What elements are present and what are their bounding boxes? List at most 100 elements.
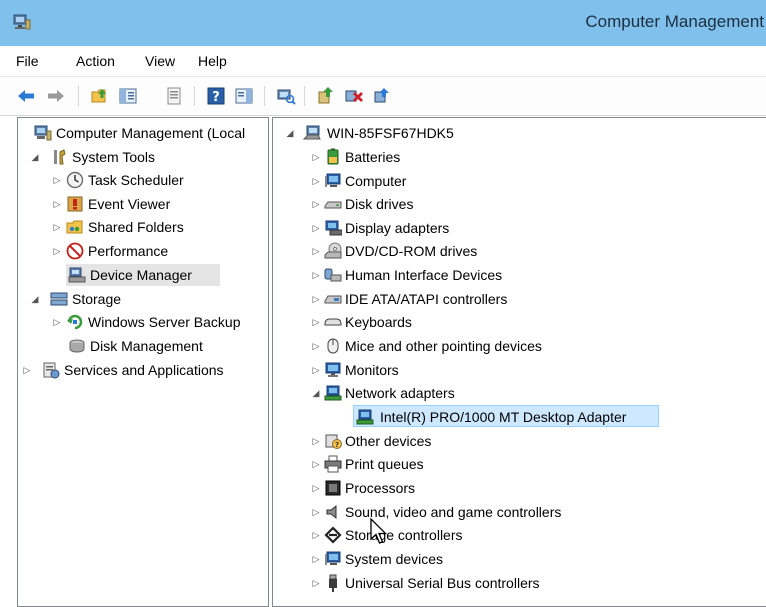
menu-view[interactable]: View: [145, 53, 175, 69]
device-category-processors[interactable]: ▷ Processors: [311, 477, 751, 499]
tree-node-storage[interactable]: ◢ Storage: [30, 288, 266, 310]
expand-arrow-icon[interactable]: ▷: [311, 483, 321, 493]
collapse-arrow-icon[interactable]: ◢: [285, 128, 295, 138]
expand-arrow-icon[interactable]: ▷: [311, 152, 321, 162]
device-category-keyboards[interactable]: ▷ Keyboards: [311, 311, 751, 333]
tree-node-performance[interactable]: ▷ Performance: [52, 240, 266, 262]
tree-node-shared-folders[interactable]: ▷ Shared Folders: [52, 216, 266, 238]
tree-node-task-scheduler[interactable]: ▷ Task Scheduler: [52, 169, 266, 191]
network-adapter-icon: [356, 409, 374, 425]
expand-arrow-icon[interactable]: ▷: [311, 554, 321, 564]
menu-action[interactable]: Action: [76, 53, 115, 69]
forward-arrow-icon[interactable]: [46, 86, 66, 106]
device-category-label: Network adapters: [345, 385, 455, 401]
svg-text:?: ?: [212, 90, 220, 105]
tree-node-disk-management[interactable]: Disk Management: [66, 335, 266, 357]
expand-arrow-icon[interactable]: ▷: [52, 175, 62, 185]
expand-arrow-icon[interactable]: ▷: [311, 223, 321, 233]
device-category-label: Monitors: [345, 362, 399, 378]
window-title: Computer Management: [585, 12, 764, 31]
tree-node-device-manager[interactable]: Device Manager: [66, 264, 220, 286]
monitor-icon: [325, 362, 341, 377]
help-icon[interactable]: ?: [206, 86, 226, 106]
device-category-dvd-cdrom-drives[interactable]: ▷ DVD/CD-ROM drives: [311, 240, 751, 262]
uninstall-device-icon[interactable]: [372, 86, 392, 106]
expand-arrow-icon[interactable]: ▷: [311, 365, 321, 375]
expand-arrow-icon[interactable]: ▷: [52, 199, 62, 209]
expand-arrow-icon[interactable]: ▷: [311, 530, 321, 540]
svg-text:?: ?: [335, 441, 339, 449]
device-category-label: Display adapters: [345, 220, 450, 236]
action-pane-icon[interactable]: [234, 86, 254, 106]
expand-arrow-icon[interactable]: ▷: [311, 317, 321, 327]
device-category-print-queues[interactable]: ▷ Print queues: [311, 453, 751, 475]
collapse-arrow-icon[interactable]: ◢: [30, 294, 40, 304]
tree-node-label: Event Viewer: [88, 196, 171, 212]
device-category-label: Mice and other pointing devices: [345, 338, 542, 354]
expand-arrow-icon[interactable]: ▷: [311, 341, 321, 351]
expand-arrow-icon[interactable]: ▷: [311, 199, 321, 209]
up-folder-icon[interactable]: [90, 86, 110, 106]
menu-bar: File Action View Help: [0, 46, 766, 76]
tree-node-label: System Tools: [72, 149, 155, 165]
expand-arrow-icon[interactable]: ▷: [52, 222, 62, 232]
device-intel-pro-1000-mt-desktop-adapter[interactable]: Intel(R) PRO/1000 MT Desktop Adapter: [353, 405, 659, 427]
toolbar-separator: [304, 86, 305, 106]
tree-node-services-and-applications[interactable]: ▷ Services and Applications: [22, 359, 266, 381]
storage-controller-icon: [324, 526, 342, 544]
server-backup-icon: [67, 314, 83, 330]
collapse-arrow-icon[interactable]: ◢: [30, 152, 40, 162]
expand-arrow-icon[interactable]: ▷: [22, 365, 32, 375]
other-devices-icon: ?: [325, 434, 342, 449]
device-category-system-devices[interactable]: ▷ System devices: [311, 548, 751, 570]
properties-icon[interactable]: [164, 86, 184, 106]
tree-node-event-viewer[interactable]: ▷ Event Viewer: [52, 193, 266, 215]
tree-node-windows-server-backup[interactable]: ▷ Windows Server Backup: [52, 311, 266, 333]
device-category-universal-serial-bus-controllers[interactable]: ▷ Universal Serial Bus controllers: [311, 572, 751, 594]
expand-arrow-icon[interactable]: ▷: [311, 459, 321, 469]
expand-arrow-icon[interactable]: ▷: [311, 176, 321, 186]
title-bar: Computer Management: [0, 0, 766, 46]
tree-node-label: Computer Management (Local: [56, 125, 246, 141]
device-category-other-devices[interactable]: ▷ ? Other devices: [311, 430, 751, 452]
show-hide-tree-icon[interactable]: [118, 86, 138, 106]
performance-icon: [66, 242, 84, 260]
device-category-batteries[interactable]: ▷ Batteries: [311, 146, 751, 168]
device-category-computer[interactable]: ▷ Computer: [311, 170, 751, 192]
device-category-disk-drives[interactable]: ▷ Disk drives: [311, 193, 751, 215]
expand-arrow-icon[interactable]: ▷: [311, 436, 321, 446]
update-driver-icon[interactable]: [316, 86, 336, 106]
tree-node-label: Disk Management: [90, 338, 203, 354]
printer-icon: [324, 455, 342, 473]
system-tools-icon: [54, 149, 66, 165]
device-tree-root[interactable]: ◢ WIN-85FSF67HDK5: [285, 122, 585, 144]
device-category-network-adapters[interactable]: ◢ Network adapters: [311, 382, 751, 404]
computer-icon: [303, 125, 321, 140]
disable-device-icon[interactable]: [344, 86, 364, 106]
expand-arrow-icon[interactable]: ▷: [311, 578, 321, 588]
display-adapter-icon: [325, 220, 342, 236]
expand-arrow-icon[interactable]: ▷: [52, 317, 62, 327]
disk-management-icon: [69, 339, 85, 353]
collapse-arrow-icon[interactable]: ◢: [311, 388, 321, 398]
device-category-human-interface-devices[interactable]: ▷ Human Interface Devices: [311, 264, 751, 286]
device-category-ide-ata-atapi-controllers[interactable]: ▷ IDE ATA/ATAPI controllers: [311, 288, 751, 310]
menu-help[interactable]: Help: [198, 53, 227, 69]
event-viewer-icon: [67, 196, 83, 212]
device-category-label: Print queues: [345, 456, 424, 472]
menu-file[interactable]: File: [16, 53, 39, 69]
expand-arrow-icon[interactable]: ▷: [52, 246, 62, 256]
expand-arrow-icon[interactable]: ▷: [311, 294, 321, 304]
scan-hardware-icon[interactable]: [276, 86, 296, 106]
expand-arrow-icon[interactable]: ▷: [311, 507, 321, 517]
device-category-display-adapters[interactable]: ▷ Display adapters: [311, 217, 751, 239]
device-category-monitors[interactable]: ▷ Monitors: [311, 359, 751, 381]
back-arrow-icon[interactable]: [16, 86, 36, 106]
tree-node-system-tools[interactable]: ◢ System Tools: [30, 146, 266, 168]
tree-node-computer-management[interactable]: Computer Management (Local: [20, 122, 268, 144]
device-category-label: System devices: [345, 551, 444, 567]
expand-arrow-icon[interactable]: ▷: [311, 270, 321, 280]
device-manager-icon: [68, 267, 86, 283]
expand-arrow-icon[interactable]: ▷: [311, 246, 321, 256]
device-category-mice-and-other-pointing-devices[interactable]: ▷ Mice and other pointing devices: [311, 335, 751, 357]
